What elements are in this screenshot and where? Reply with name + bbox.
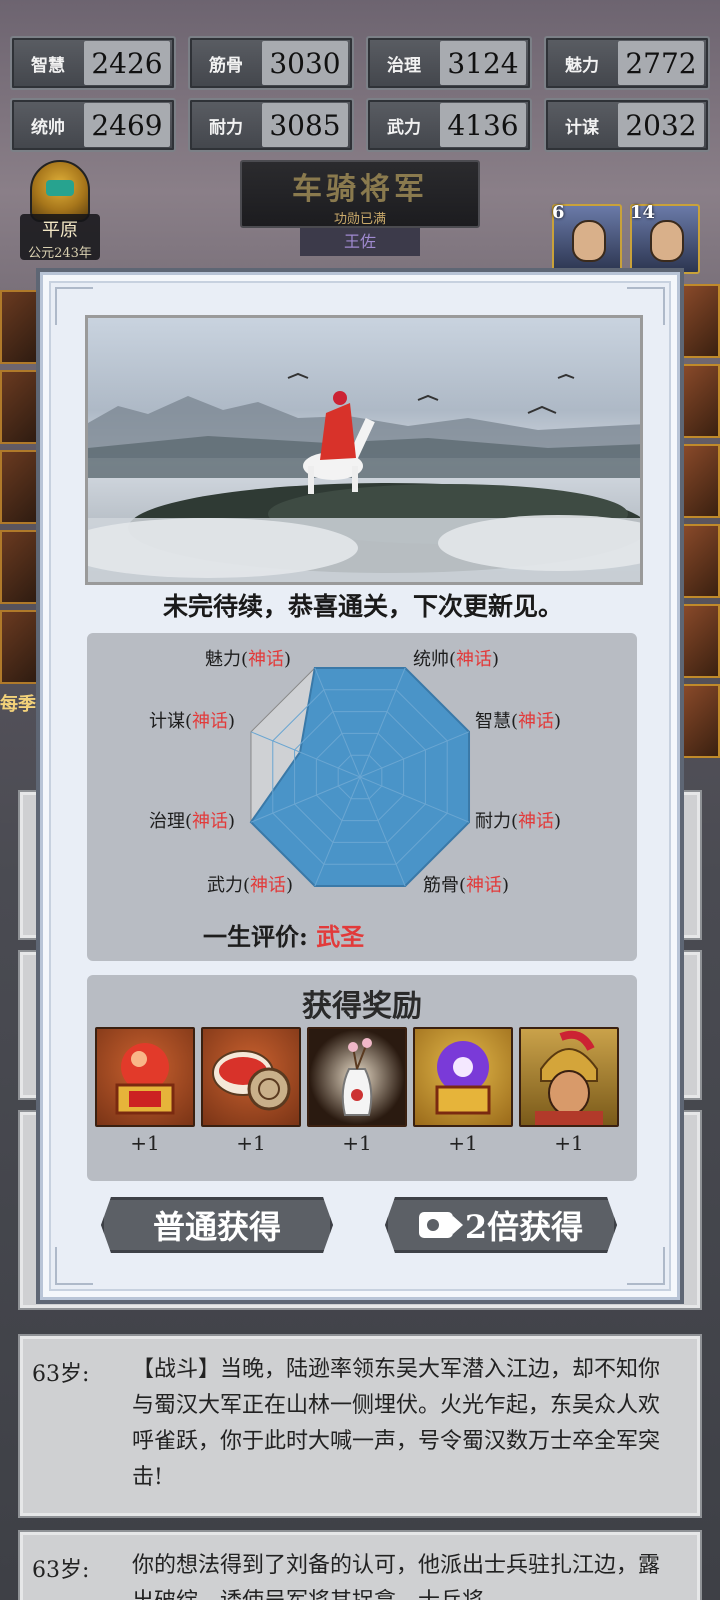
player-name: 王佐: [300, 228, 420, 256]
stat-label: 治理: [387, 55, 421, 76]
reward-count: +1: [554, 1131, 584, 1155]
radar-label-charisma: 魅力(神话): [205, 649, 292, 670]
life-rating-value: 武圣: [316, 922, 365, 951]
log-age: 63岁:: [32, 1558, 90, 1583]
portrait-level: 14: [630, 202, 656, 223]
normal-claim-label: 普通获得: [152, 1208, 281, 1246]
side-card[interactable]: [0, 290, 44, 364]
stat-force: 武力 4136: [366, 98, 532, 152]
side-card[interactable]: [680, 284, 720, 358]
rouge-box-icon[interactable]: [201, 1027, 301, 1127]
stat-wisdom: 智慧 2426: [10, 36, 176, 90]
radar-label-physique: 筋骨(神话): [423, 875, 510, 896]
radar-label-force: 武力(神话): [207, 875, 294, 896]
ending-headline: 未完待续，恭喜通关，下次更新见。: [162, 592, 563, 621]
face-icon: [572, 220, 606, 262]
location-emblem[interactable]: 平原 公元243年: [12, 160, 108, 261]
reward-count: +1: [130, 1131, 160, 1155]
stat-value: 3030: [262, 41, 348, 85]
stat-label: 魅力: [565, 55, 599, 76]
side-card[interactable]: [0, 370, 44, 444]
location-year: 公元243年: [28, 246, 92, 261]
stat-value: 2426: [84, 41, 170, 85]
attribute-radar-panel: 魅力(神话) 统帅(神话) 智慧(神话) 耐力(神话) 筋骨(神话) 武力(神话…: [87, 633, 637, 961]
stat-value: 4136: [440, 103, 526, 147]
side-card[interactable]: [0, 610, 44, 684]
red-orb-chest-icon[interactable]: [95, 1027, 195, 1127]
life-rating: 一生评价: 武圣: [203, 917, 364, 952]
side-card[interactable]: [680, 524, 720, 598]
companion-portrait[interactable]: 14: [630, 202, 700, 274]
stat-label: 筋骨: [209, 55, 243, 76]
helmet-icon: [30, 160, 90, 222]
life-rating-label: 一生评价:: [203, 922, 308, 951]
log-entry: 63岁: 【战斗】当晚，陆逊率领东吴大军潜入江边，却不知你与蜀汉大军正在山林一侧…: [18, 1334, 702, 1518]
location-place: 平原: [42, 220, 78, 241]
stat-value: 3124: [440, 41, 526, 85]
side-card[interactable]: [680, 684, 720, 758]
reward-count: +1: [448, 1131, 478, 1155]
right-card-column: [680, 284, 720, 764]
stat-value: 2469: [84, 103, 170, 147]
stat-charisma: 魅力 2772: [544, 36, 710, 90]
stat-value: 2772: [618, 41, 704, 85]
stat-governance: 治理 3124: [366, 36, 532, 90]
rank-plaque: 车骑将军 功勋已满: [240, 160, 480, 228]
stat-label: 武力: [387, 117, 421, 138]
normal-claim-button[interactable]: 普通获得: [101, 1197, 333, 1253]
stat-label: 智慧: [31, 55, 65, 76]
ending-modal: 未完待续，恭喜通关，下次更新见。 魅力(神话) 统帅(神话) 智慧(神话) 耐力…: [40, 272, 680, 1300]
stat-label: 统帅: [31, 117, 65, 138]
rank-subtitle: 功勋已满: [333, 212, 386, 227]
stat-endurance: 耐力 3085: [188, 98, 354, 152]
stat-label: 计谋: [565, 117, 599, 138]
stat-value: 3085: [262, 103, 348, 147]
corner-ornament: [627, 1247, 665, 1285]
radar-label-endurance: 耐力(神话): [475, 811, 562, 832]
reward-count: +1: [342, 1131, 372, 1155]
location-plate: 平原 公元243年: [20, 214, 100, 261]
general-portrait-icon[interactable]: [519, 1027, 619, 1127]
log-entry: 63岁: 你的想法得到了刘备的认可，他派出士兵驻扎江边，露出破绽，诱使吴军将其捉…: [18, 1530, 702, 1600]
side-card[interactable]: [0, 450, 44, 524]
plum-vase-icon[interactable]: [307, 1027, 407, 1127]
portrait-level: 6: [552, 202, 565, 223]
rider-landscape-image: [88, 372, 640, 582]
radar-label-wisdom: 智慧(神话): [475, 711, 562, 732]
double-claim-button[interactable]: 2倍获得: [385, 1197, 617, 1253]
rewards-panel: 获得奖励 +1 +1 +1 +1 +1: [87, 975, 637, 1181]
video-camera-icon: [419, 1212, 453, 1238]
stats-grid: 智慧 2426 筋骨 3030 治理 3124 魅力 2772 统帅 2469 耐力 308…: [10, 36, 710, 152]
left-card-column: 每季: [0, 290, 44, 716]
log-age: 63岁:: [32, 1362, 90, 1387]
corner-ornament: [55, 1247, 93, 1285]
companion-portrait[interactable]: 6: [552, 202, 622, 274]
attribute-radar-chart: [249, 666, 471, 888]
ending-illustration: [85, 315, 643, 585]
log-text: 你的想法得到了刘备的认可，他派出士兵驻扎江边，露出破绽，诱使吴军将其捉拿，士兵将: [132, 1553, 661, 1600]
left-banner-text: 每季: [0, 694, 36, 715]
side-card[interactable]: [680, 444, 720, 518]
stat-label: 耐力: [209, 117, 243, 138]
rank-title: 车骑将军: [292, 172, 428, 207]
side-card[interactable]: [0, 530, 44, 604]
stat-value: 2032: [618, 103, 704, 147]
stat-strategy: 计谋 2032: [544, 98, 710, 152]
radar-label-governance: 治理(神话): [149, 811, 236, 832]
reward-count: +1: [236, 1131, 266, 1155]
side-card[interactable]: [680, 364, 720, 438]
purple-orb-chest-icon[interactable]: [413, 1027, 513, 1127]
side-card[interactable]: [680, 604, 720, 678]
rewards-title: 获得奖励: [302, 989, 422, 1024]
log-text: 【战斗】当晚，陆逊率领东吴大军潜入江边，却不知你与蜀汉大军正在山林一侧埋伏。火光…: [132, 1357, 661, 1490]
stat-physique: 筋骨 3030: [188, 36, 354, 90]
radar-label-strategy: 计谋(神话): [149, 711, 236, 732]
face-icon: [650, 220, 684, 262]
stat-command: 统帅 2469: [10, 98, 176, 152]
radar-label-command: 统帅(神话): [413, 649, 500, 670]
double-claim-label: 2倍获得: [464, 1208, 584, 1246]
